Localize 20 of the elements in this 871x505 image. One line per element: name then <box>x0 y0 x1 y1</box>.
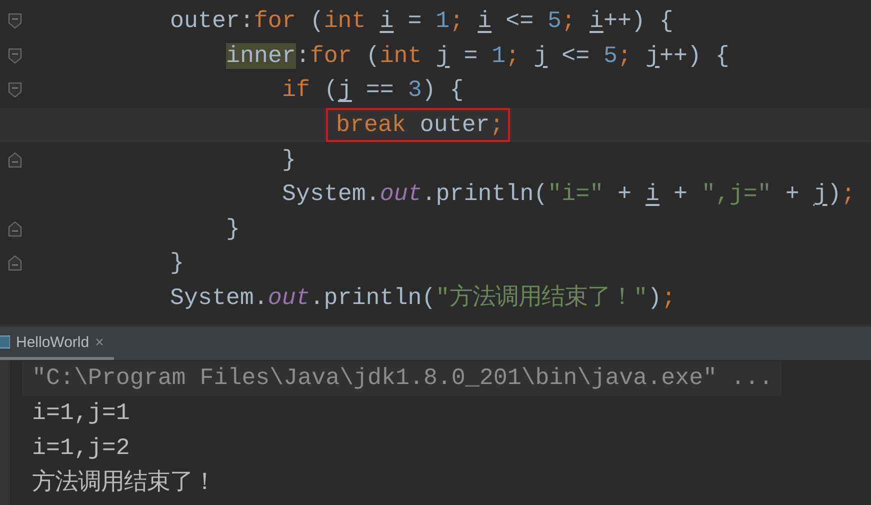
code-line: System.out.println("i=" + i + ",j=" + j); <box>282 180 856 210</box>
console-icon <box>0 335 10 349</box>
code-line: break outer; <box>328 110 508 140</box>
close-icon[interactable]: × <box>95 334 104 350</box>
code-line: } <box>282 146 296 175</box>
code-line: System.out.println("方法调用结束了！"); <box>170 283 676 314</box>
fold-icon[interactable] <box>8 220 22 237</box>
fold-icon[interactable] <box>8 82 22 98</box>
code-line: } <box>226 214 240 244</box>
code-line: if (j == 3) { <box>282 76 464 106</box>
console-line: i=1,j=2 <box>31 434 131 463</box>
fold-icon[interactable] <box>8 255 22 272</box>
fold-icon[interactable] <box>8 48 22 64</box>
code-line: outer:for (int i = 1; i <= 5; i++) { <box>170 7 674 36</box>
fold-icon[interactable] <box>8 152 22 168</box>
code-line: inner:for (int j = 1; j <= 5; j++) { <box>226 42 730 71</box>
code-line: } <box>170 249 184 278</box>
console-line: 方法调用结束了！ <box>31 468 217 498</box>
console-line: i=1,j=1 <box>31 399 131 428</box>
fold-icon[interactable] <box>8 13 22 30</box>
